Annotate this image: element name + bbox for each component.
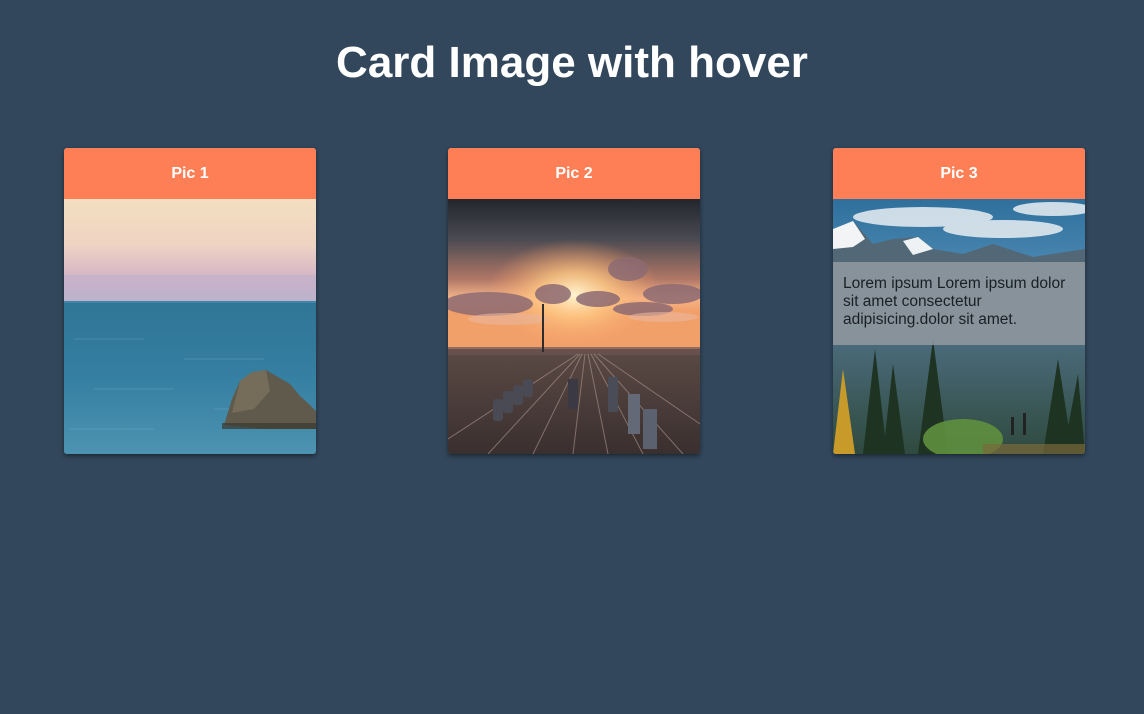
ocean-rock-image: [64, 199, 316, 454]
card-header: Pic 1: [64, 148, 316, 199]
card-header: Pic 3: [833, 148, 1085, 199]
card-header: Pic 2: [448, 148, 700, 199]
hover-description: Lorem ipsum Lorem ipsum dolor sit amet c…: [833, 262, 1085, 345]
card-pic-1[interactable]: Pic 1: [64, 148, 316, 454]
railyard-sunset-image: [448, 199, 700, 454]
page-title: Card Image with hover: [336, 38, 808, 87]
card-pic-3[interactable]: Pic 3 Lorem ipsum Lorem ipsum dolor sit …: [833, 148, 1085, 454]
card-pic-2[interactable]: Pic 2: [448, 148, 700, 454]
